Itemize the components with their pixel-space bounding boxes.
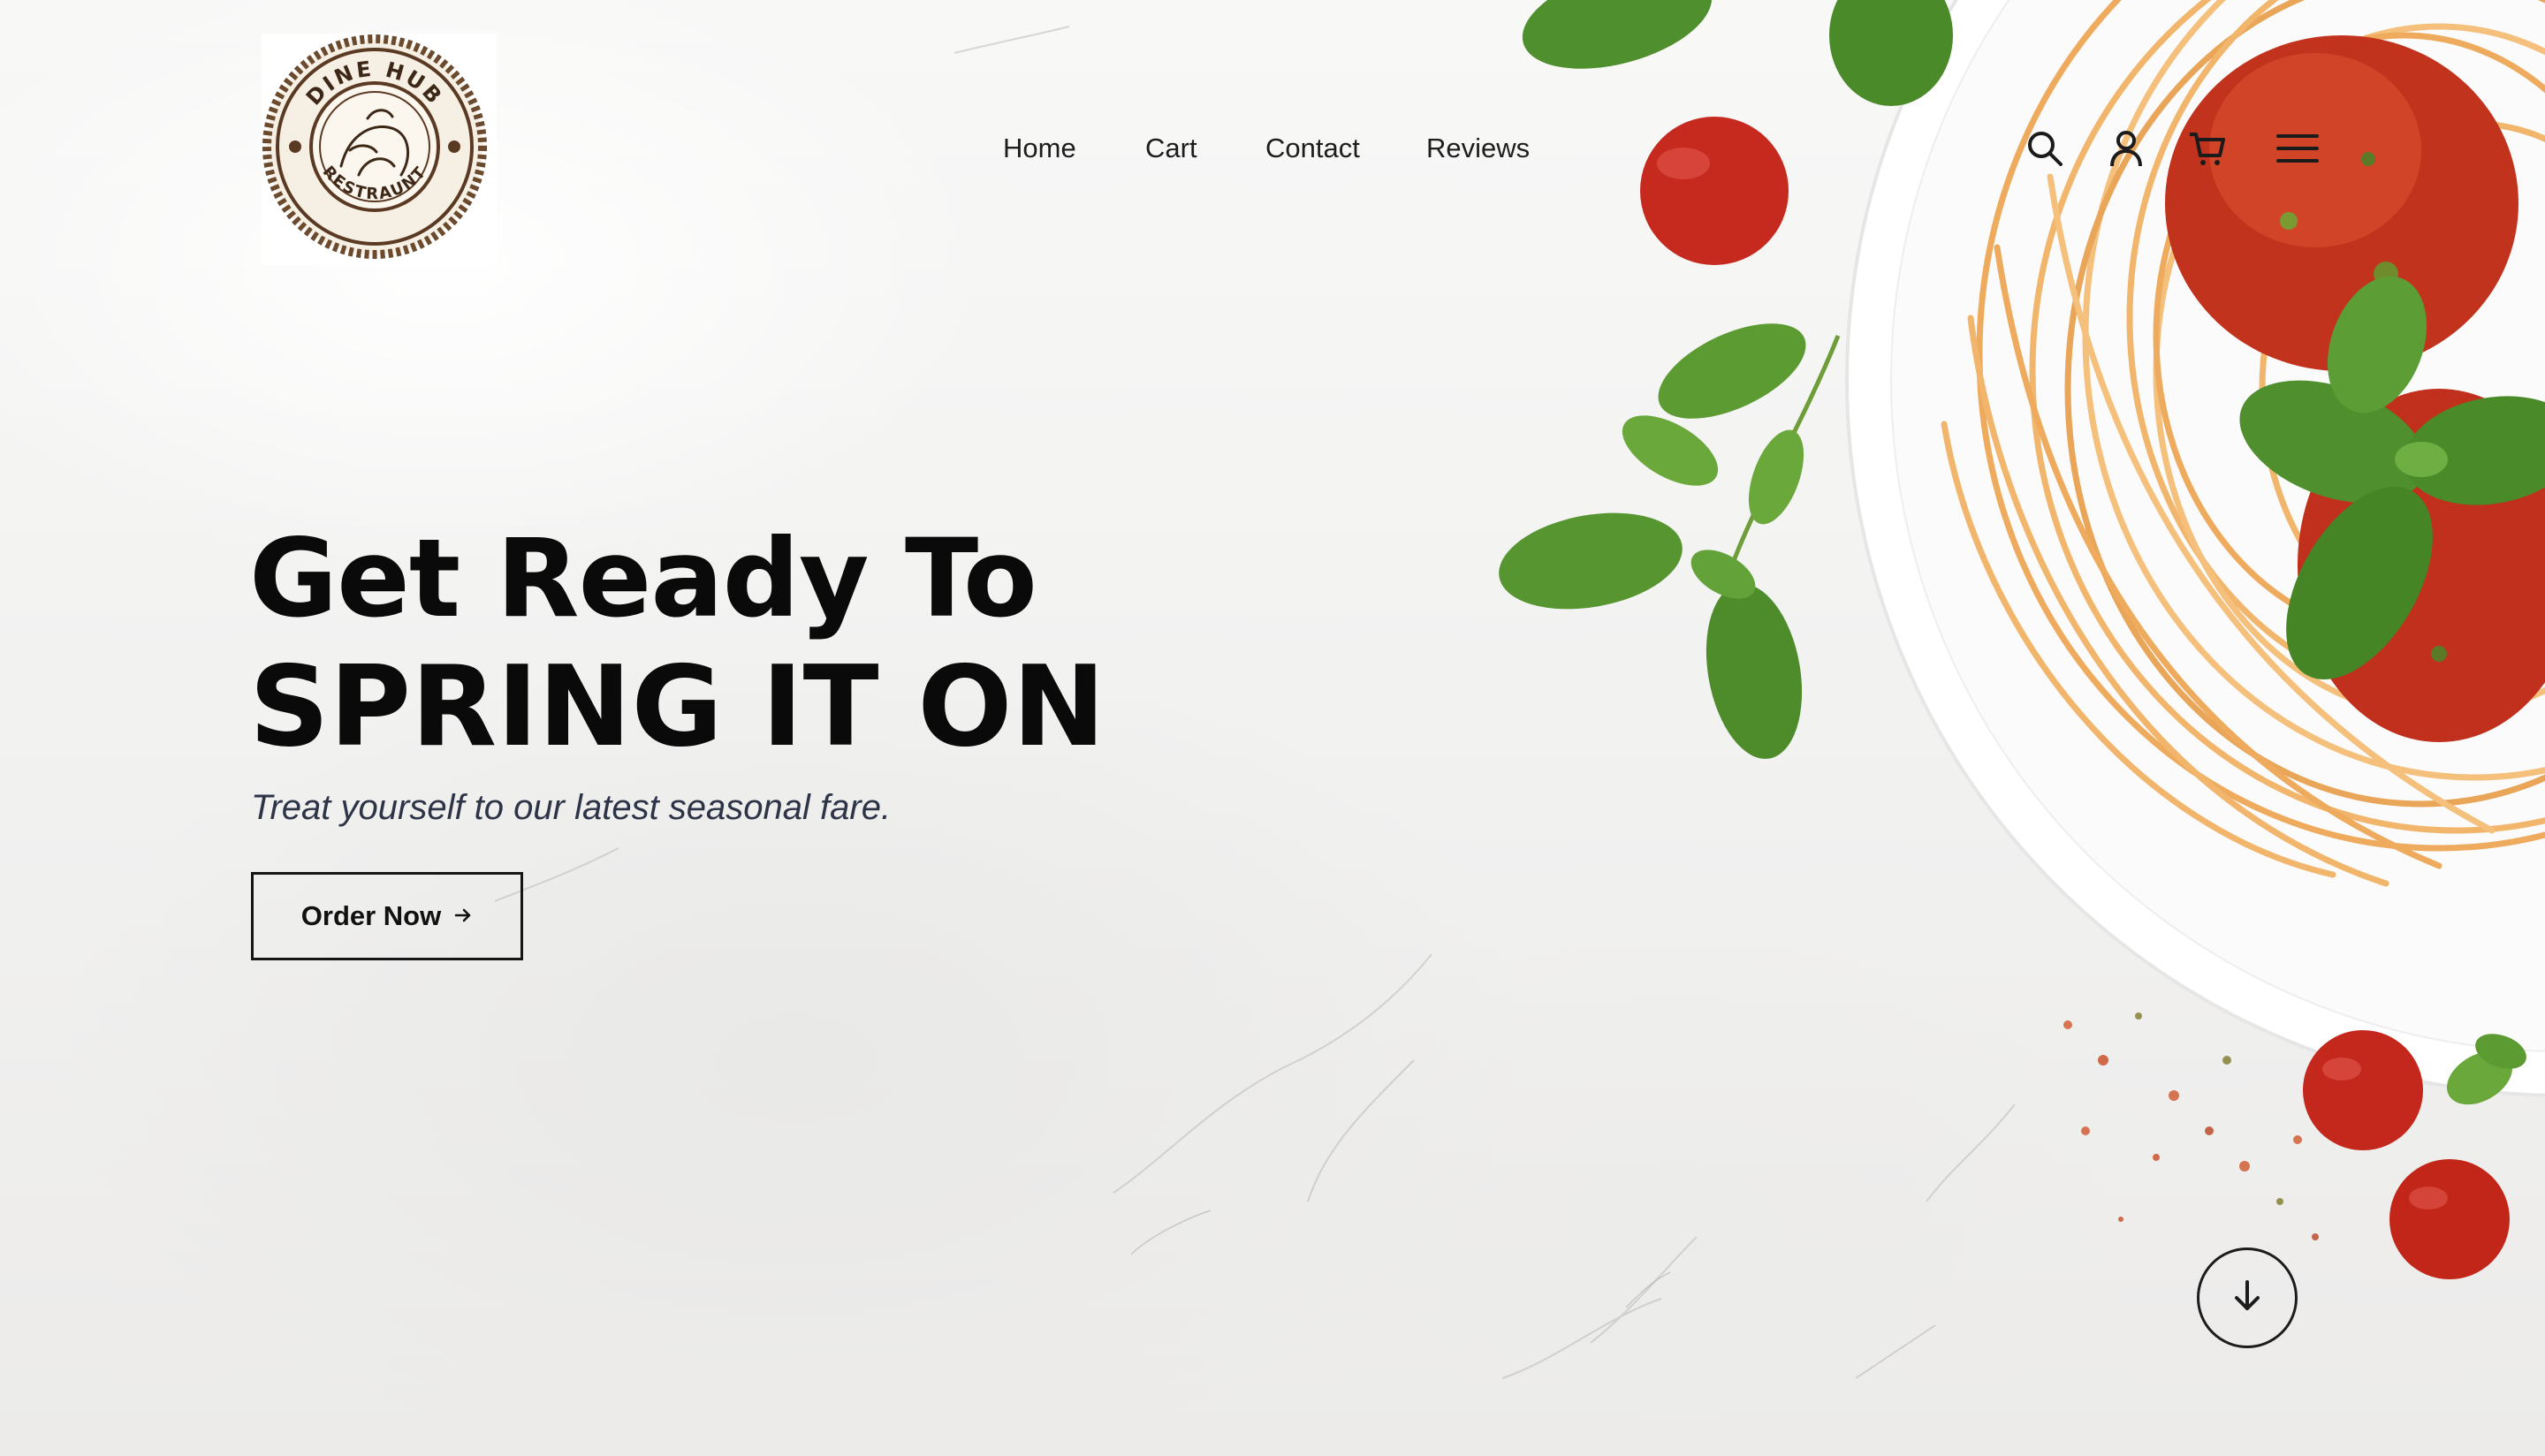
search-icon[interactable] (2024, 127, 2066, 170)
brand-logo[interactable]: DINE HUB RESTRAUNT (262, 34, 497, 265)
cart-icon[interactable] (2186, 127, 2229, 170)
hero-title-line2: SPRING IT ON (249, 641, 1105, 771)
nav-reviews[interactable]: Reviews (1426, 133, 1530, 164)
nav-home[interactable]: Home (1003, 133, 1076, 164)
hero-title-line1: Get Ready To (249, 516, 1037, 641)
nav-contact[interactable]: Contact (1265, 133, 1360, 164)
order-now-button[interactable]: Order Now (251, 872, 523, 960)
scroll-down-button[interactable] (2197, 1247, 2298, 1348)
menu-icon[interactable] (2276, 127, 2319, 170)
order-now-label: Order Now (300, 900, 442, 931)
nav-cart[interactable]: Cart (1145, 133, 1197, 164)
user-icon[interactable] (2105, 127, 2147, 170)
basil-sprig (1499, 323, 1841, 759)
arrow-right-icon (453, 900, 473, 932)
arrow-down-icon (2228, 1277, 2267, 1319)
hero-subtitle: Treat yourself to our latest seasonal fa… (251, 788, 892, 827)
spice-sprinkle (2063, 1012, 2319, 1240)
